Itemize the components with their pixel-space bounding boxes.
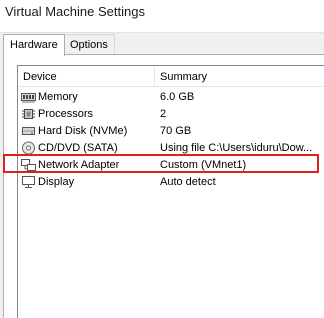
device-name: Processors (38, 108, 94, 120)
device-row-processors[interactable]: Processors 2 (18, 106, 324, 123)
device-name: Memory (38, 91, 78, 103)
list-header: Device Summary (18, 66, 324, 87)
device-row-memory[interactable]: Memory 6.0 GB (18, 89, 324, 106)
processor-icon (21, 107, 36, 121)
display-icon (21, 175, 36, 189)
hard-disk-icon (21, 124, 36, 138)
column-header-device[interactable]: Device (23, 71, 57, 83)
tab-hardware[interactable]: Hardware (3, 34, 65, 56)
tab-options[interactable]: Options (63, 34, 115, 55)
network-adapter-icon (21, 158, 36, 172)
device-name: Display (38, 176, 75, 188)
title-bar: Virtual Machine Settings (0, 0, 324, 33)
device-summary: 6.0 GB (160, 91, 195, 103)
device-summary: 70 GB (160, 125, 192, 137)
memory-icon (21, 90, 36, 104)
device-summary: Custom (VMnet1) (160, 159, 247, 171)
device-name: Hard Disk (NVMe) (38, 125, 128, 137)
device-row-hard-disk[interactable]: Hard Disk (NVMe) 70 GB (18, 123, 324, 140)
device-list[interactable]: Device Summary Memory 6.0 GB Processors … (17, 65, 324, 318)
column-separator[interactable] (154, 66, 155, 86)
device-summary: 2 (160, 108, 167, 120)
device-name: CD/DVD (SATA) (38, 142, 118, 154)
device-name: Network Adapter (38, 159, 120, 171)
cd-dvd-icon (21, 141, 36, 155)
device-row-cd-dvd[interactable]: CD/DVD (SATA) Using file C:\Users\iduru\… (18, 140, 324, 157)
device-row-display[interactable]: Display Auto detect (18, 174, 324, 191)
device-row-network-adapter[interactable]: Network Adapter Custom (VMnet1) (18, 157, 324, 174)
device-summary: Using file C:\Users\iduru\Dow... (160, 142, 313, 154)
window-title: Virtual Machine Settings (5, 4, 145, 19)
column-header-summary[interactable]: Summary (160, 71, 207, 83)
device-summary: Auto detect (160, 176, 216, 188)
